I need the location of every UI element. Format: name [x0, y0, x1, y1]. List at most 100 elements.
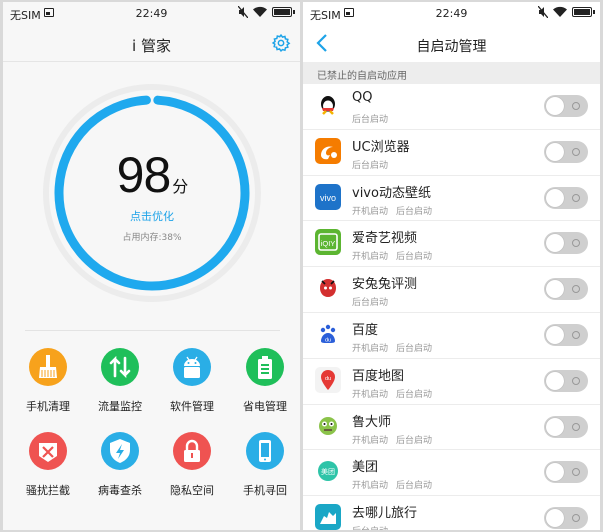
start-mode-label: 后台启动	[396, 206, 433, 217]
start-mode-label: 开机启动	[352, 206, 389, 217]
autostart-toggle[interactable]	[544, 140, 588, 163]
divider	[25, 330, 280, 331]
app-name: 百度地图	[352, 368, 405, 384]
autostart-toggle[interactable]	[544, 323, 588, 346]
page-title: i 管家	[132, 37, 171, 55]
memory-usage-label: 占用内存:38%	[122, 233, 182, 243]
autostart-toggle[interactable]	[544, 186, 588, 209]
baidu-map-icon: du	[315, 366, 341, 393]
tool-label: 病毒查杀	[98, 484, 142, 497]
mute-icon	[538, 6, 548, 18]
vivo-icon: vivo	[315, 183, 341, 210]
phone-icon	[246, 432, 284, 470]
optimize-button[interactable]: 点击优化	[41, 208, 263, 224]
lock-icon	[173, 432, 211, 470]
autostart-toggle[interactable]	[544, 232, 588, 255]
toggle-knob	[546, 280, 564, 299]
svg-text:du: du	[325, 376, 331, 382]
toggle-off-indicator	[572, 285, 580, 294]
start-mode-label: 后台启动	[396, 252, 433, 263]
tool-tile-broom[interactable]: 手机清理	[11, 348, 85, 414]
block-phone-icon	[29, 432, 67, 470]
app-start-modes: 后台启动	[352, 524, 388, 530]
toggle-off-indicator	[572, 330, 580, 339]
toggle-off-indicator	[572, 422, 580, 431]
autostart-toggle[interactable]	[544, 278, 588, 301]
start-mode-label: 开机启动	[352, 481, 389, 492]
wifi-icon	[253, 6, 267, 17]
app-name: 安兔兔评测	[352, 277, 418, 293]
svg-text:美团: 美团	[321, 467, 335, 476]
gear-icon[interactable]	[271, 33, 291, 53]
meituan-icon: 美团	[315, 458, 341, 485]
autostart-toggle[interactable]	[544, 369, 588, 392]
list-item: 安兔兔评测 后台启动	[303, 267, 600, 313]
app-start-modes: 后台启动	[352, 158, 388, 171]
app-name: 百度	[352, 322, 379, 338]
tool-tile-battery[interactable]: 省电管理	[228, 348, 300, 414]
autostart-toggle[interactable]	[544, 507, 588, 530]
start-mode-label: 开机启动	[352, 252, 389, 263]
broom-icon	[29, 348, 67, 386]
svg-text:iQIY: iQIY	[321, 239, 336, 248]
toggle-off-indicator	[572, 102, 580, 110]
app-start-modes: 开机启动 后台启动	[352, 478, 432, 491]
start-mode-label: 后台启动	[396, 435, 433, 446]
battery-icon	[246, 348, 284, 386]
app-start-modes: 开机启动 后台启动	[352, 341, 432, 354]
toggle-knob	[546, 188, 564, 207]
tool-tile-lock[interactable]: 隐私空间	[155, 432, 229, 498]
list-item: iQIY 爱奇艺视频开机启动 后台启动	[303, 221, 600, 268]
app-start-modes: 开机启动 后台启动	[352, 433, 432, 446]
tool-tile-shield-bolt[interactable]: 病毒查杀	[83, 432, 157, 498]
autostart-toggle[interactable]	[544, 415, 588, 438]
status-bar: 无SIM 22:49	[303, 2, 600, 24]
start-mode-label: 后台启动	[352, 298, 389, 309]
battery-icon	[272, 7, 295, 17]
start-mode-label: 开机启动	[352, 389, 389, 400]
start-mode-label: 开机启动	[352, 435, 389, 446]
toggle-knob	[546, 417, 564, 436]
start-mode-label: 后台启动	[396, 481, 433, 492]
toggle-off-indicator	[572, 468, 580, 477]
app-name: 爱奇艺视频	[352, 231, 418, 247]
tool-label: 手机清理	[26, 400, 70, 413]
start-mode-label: 后台启动	[396, 389, 433, 400]
toggle-off-indicator	[572, 147, 580, 156]
toggle-knob	[546, 371, 564, 390]
app-start-modes: 开机启动 后台启动	[352, 387, 432, 400]
tool-tile-android[interactable]: 软件管理	[155, 348, 229, 414]
android-icon	[173, 348, 211, 386]
autostart-toggle[interactable]	[544, 461, 588, 484]
list-item: QQ 后台启动	[303, 84, 600, 130]
app-name: 鲁大师	[352, 414, 392, 430]
start-mode-label: 后台启动	[396, 343, 433, 354]
updown-arrows-icon	[101, 348, 139, 386]
uc-browser-icon	[315, 137, 341, 164]
tool-tile-updown-arrows[interactable]: 流量监控	[83, 348, 157, 414]
score-unit: 分	[172, 179, 188, 196]
toggle-off-indicator	[572, 514, 580, 523]
tool-tile-block-phone[interactable]: 骚扰拦截	[11, 432, 85, 498]
app-name: vivo动态壁纸	[352, 185, 431, 201]
shield-bolt-icon	[101, 432, 139, 470]
page-title: 自启动管理	[416, 39, 487, 55]
guard-screen: 无SIM 22:49 i 管家 98 分 点击优化 占用内存:38% 手机清理 …	[3, 2, 300, 530]
autostart-toggle[interactable]	[544, 95, 588, 117]
baidu-icon: du	[315, 320, 341, 347]
qunar-icon	[315, 504, 341, 530]
toggle-off-indicator	[572, 376, 580, 385]
score-gauge[interactable]: 98 分 点击优化 占用内存:38%	[41, 82, 263, 304]
title-bar: i 管家	[3, 24, 300, 62]
toggle-knob	[546, 463, 564, 482]
app-name: UC浏览器	[352, 139, 410, 155]
tool-tile-phone[interactable]: 手机寻回	[228, 432, 300, 498]
mute-icon	[238, 6, 248, 18]
app-name: 去哪儿旅行	[352, 506, 418, 522]
iqiyi-icon: iQIY	[315, 229, 341, 256]
tool-label: 隐私空间	[170, 484, 214, 497]
battery-icon	[572, 7, 595, 17]
tool-label: 省电管理	[243, 400, 287, 413]
toggle-knob	[546, 142, 564, 161]
title-bar: 自启动管理	[303, 24, 600, 62]
